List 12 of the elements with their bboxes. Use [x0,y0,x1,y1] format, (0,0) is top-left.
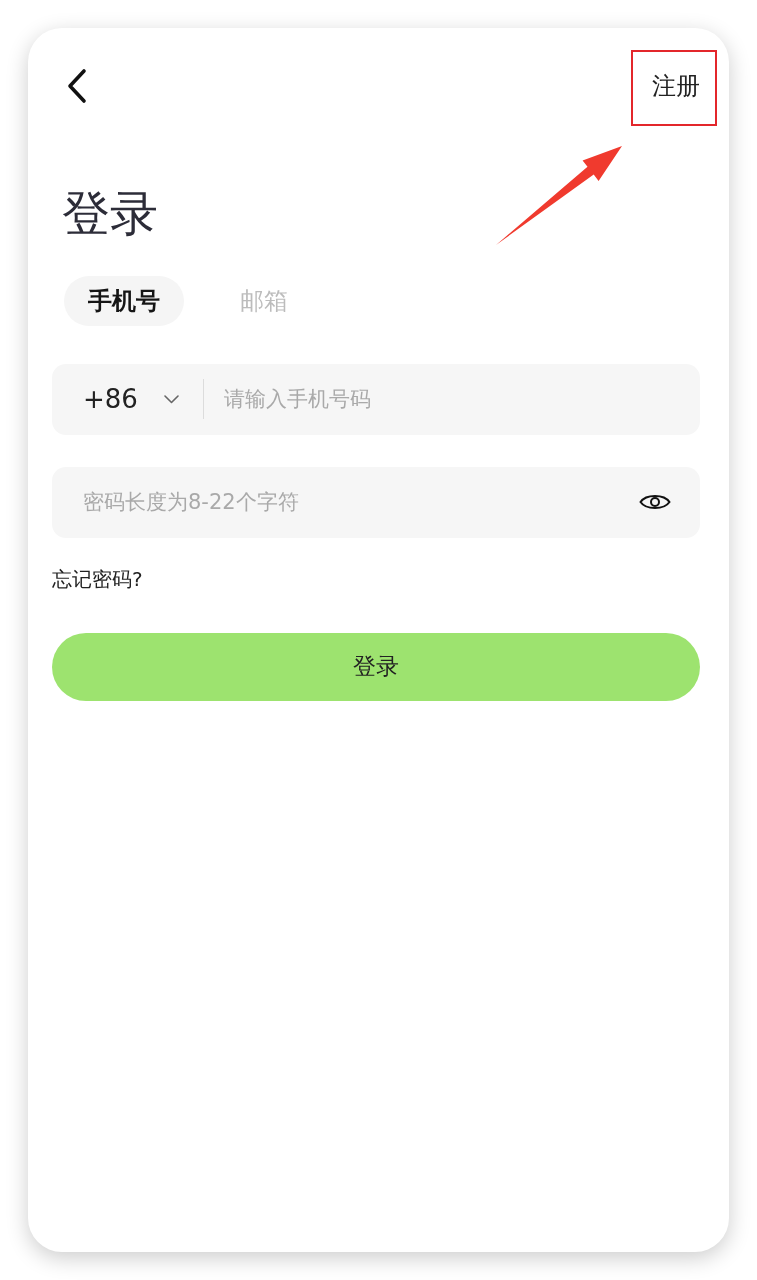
chevron-down-icon [163,394,179,404]
phone-number-input[interactable]: 请输入手机号码 [223,383,680,416]
forgot-password-link[interactable]: 忘记密码? [52,565,143,592]
register-link[interactable]: 注册 [652,71,700,101]
page-title: 登录 [62,185,159,243]
phone-number-field[interactable]: +86 请输入手机号码 [52,363,700,435]
password-field[interactable]: 密码长度为8-22个字符 [52,466,700,538]
password-input[interactable]: 密码长度为8-22个字符 [83,486,627,519]
back-icon[interactable] [66,68,88,104]
login-tab[interactable]: 手机号 [64,275,184,326]
country-code-dropdown[interactable]: +86 [83,383,179,415]
login-button[interactable]: 登录 [52,632,700,701]
